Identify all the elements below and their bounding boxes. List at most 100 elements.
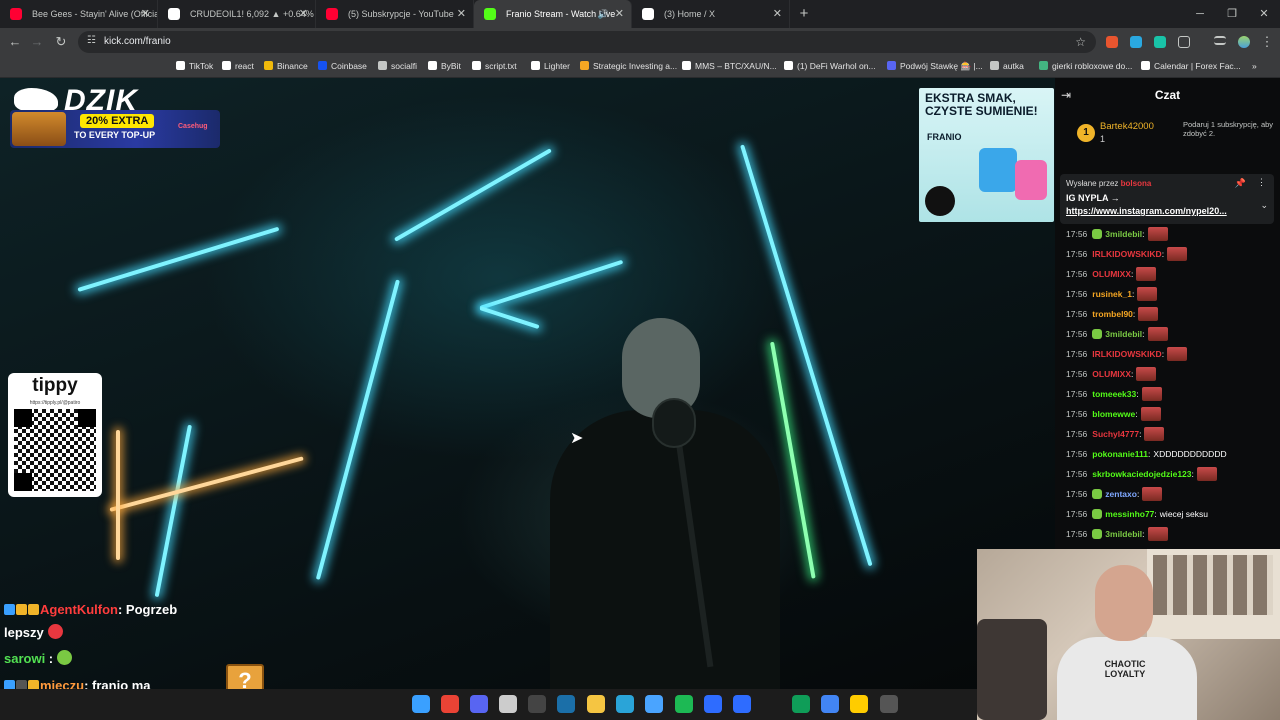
tradingview-app-icon[interactable] <box>850 695 868 713</box>
chat-message[interactable]: 17:56 OLUMIXX: <box>1055 264 1280 284</box>
chat-message[interactable]: 17:56 zentaxo: <box>1055 484 1280 504</box>
sponsor-ad[interactable]: EKSTRA SMAK, CZYSTE SUMIENIE! FRANIO <box>919 88 1054 222</box>
app-icon[interactable] <box>704 695 722 713</box>
pinned-link[interactable]: https://www.instagram.com/nypel20... <box>1066 206 1227 216</box>
spotify-icon[interactable] <box>675 695 693 713</box>
bookmark-item[interactable]: Coinbase <box>318 56 367 77</box>
forward-icon[interactable]: → <box>28 33 46 51</box>
chrome-icon[interactable] <box>441 695 459 713</box>
chat-message[interactable]: 17:56 Suchyl4777: <box>1055 424 1280 444</box>
chevron-down-icon[interactable]: ⌄ <box>1260 200 1268 211</box>
tab-3[interactable]: Franio Stream - Watch Live ✕ 🔊 <box>474 0 632 28</box>
tab-1[interactable]: CRUDEOIL1! 6,092 ▲ +0.64% ... ✕ <box>158 0 316 28</box>
message-username[interactable]: OLUMIXX <box>1092 264 1131 284</box>
chat-message[interactable]: 17:56 blomewwe: <box>1055 404 1280 424</box>
message-username[interactable]: pokonanie111 <box>1092 444 1148 464</box>
bookmark-item[interactable]: Lighter <box>531 56 570 77</box>
steam-icon[interactable] <box>557 695 575 713</box>
tab-4[interactable]: (3) Home / X ✕ <box>632 0 790 28</box>
profile-avatar[interactable] <box>1238 36 1250 48</box>
bookmark-item[interactable]: react <box>222 56 254 77</box>
calculator-icon[interactable] <box>880 695 898 713</box>
message-username[interactable]: IRLKIDOWSKIKD <box>1092 344 1161 364</box>
vpn-icon[interactable] <box>645 695 663 713</box>
ccleaner-icon[interactable] <box>616 695 634 713</box>
close-tab-icon[interactable]: ✕ <box>299 0 308 28</box>
bookmark-item[interactable]: Calendar | Forex Fac... <box>1141 56 1241 77</box>
site-info-icon[interactable]: ☷ <box>87 35 96 46</box>
bookmark-item[interactable]: gierki robloxowe do... <box>1039 56 1132 77</box>
tab-search-icon[interactable] <box>1214 36 1226 45</box>
bookmark-item[interactable]: Podwój Stawkę 🎰 |... <box>887 56 983 77</box>
bookmark-item[interactable]: ByBit <box>428 56 461 77</box>
stream-video[interactable]: ➤ <box>0 78 1055 689</box>
bookmark-item[interactable]: Strategic Investing a... <box>580 56 677 77</box>
message-username[interactable]: skrbowkaciedojedzie123 <box>1092 464 1191 484</box>
close-tab-icon[interactable]: ✕ <box>615 0 624 28</box>
bookmark-item[interactable]: Binance <box>264 56 308 77</box>
message-username[interactable]: rusinek_1 <box>1092 284 1132 304</box>
message-username[interactable]: 3mildebil <box>1105 524 1142 544</box>
bookmark-item[interactable]: MMS – BTC/XAU/N... <box>682 56 777 77</box>
message-username[interactable]: 3mildebil <box>1105 224 1142 244</box>
bookmark-star-icon[interactable]: ☆ <box>1075 31 1086 53</box>
close-window-icon[interactable]: ✕ <box>1248 0 1280 28</box>
bookmark-item[interactable]: TikTok <box>176 56 213 77</box>
chat-message[interactable]: 17:56 pokonanie111: XDDDDDDDDDDD <box>1055 444 1280 464</box>
notepad-icon[interactable] <box>499 695 517 713</box>
extension-blue-icon[interactable] <box>1130 36 1142 48</box>
extension-fox-icon[interactable] <box>1106 36 1118 48</box>
chat-message[interactable]: 17:56 3mildebil: <box>1055 224 1280 244</box>
browser-menu-icon[interactable]: ⋮ <box>1258 33 1276 51</box>
tab-2[interactable]: (5) Subskrypcje - YouTube ✕ <box>316 0 474 28</box>
back-icon[interactable]: ← <box>6 33 24 51</box>
more-options-icon[interactable]: ⋮ <box>1257 177 1266 188</box>
bookmark-item[interactable]: socialfi <box>378 56 417 77</box>
pin-icon[interactable]: 📌 <box>1235 178 1246 189</box>
chat-message[interactable]: 17:56 OLUMIXX: <box>1055 364 1280 384</box>
speaker-icon[interactable]: 🔊 <box>598 0 609 28</box>
reload-icon[interactable]: ↻ <box>52 33 70 51</box>
bookmark-item[interactable]: script.txt <box>472 56 517 77</box>
windows-start-icon[interactable] <box>412 695 430 713</box>
message-username[interactable]: blomewwe <box>1092 404 1135 424</box>
message-username[interactable]: IRLKIDOWSKIKD <box>1092 244 1161 264</box>
new-tab-button[interactable]: + <box>790 0 818 28</box>
more-bookmarks-icon[interactable]: » <box>1252 56 1257 77</box>
bookmark-item[interactable]: (1) DeFi Warhol on... <box>784 56 876 77</box>
message-username[interactable]: OLUMIXX <box>1092 364 1131 384</box>
message-username[interactable]: Suchyl4777 <box>1092 424 1139 444</box>
docs-icon[interactable] <box>821 695 839 713</box>
minimize-icon[interactable]: ─ <box>1184 0 1216 28</box>
address-bar[interactable]: ☷ kick.com/franio ☆ <box>78 31 1096 53</box>
sheets-icon[interactable] <box>792 695 810 713</box>
chat-message[interactable]: 17:56 skrbowkaciedojedzie123: <box>1055 464 1280 484</box>
close-tab-icon[interactable]: ✕ <box>141 0 150 28</box>
file-explorer-icon[interactable] <box>587 695 605 713</box>
message-username[interactable]: trombel90 <box>1092 304 1133 324</box>
message-username[interactable]: 3mildebil <box>1105 324 1142 344</box>
extension-teal-icon[interactable] <box>1154 36 1166 48</box>
chat-message[interactable]: 17:56 rusinek_1: <box>1055 284 1280 304</box>
chat-message[interactable]: 17:56 IRLKIDOWSKIKD: <box>1055 344 1280 364</box>
tab-0[interactable]: Bee Gees - Stayin' Alive (Official ✕ <box>0 0 158 28</box>
chat-message[interactable]: 17:56 trombel90: <box>1055 304 1280 324</box>
leaderboard-user[interactable]: Bartek42000 <box>1100 121 1154 132</box>
message-username[interactable]: tomeeek33 <box>1092 384 1136 404</box>
close-tab-icon[interactable]: ✕ <box>773 0 782 28</box>
message-username[interactable]: messinho77 <box>1105 504 1154 524</box>
discord-icon[interactable] <box>470 695 488 713</box>
chat-message[interactable]: 17:56 tomeeek33: <box>1055 384 1280 404</box>
x-app-icon[interactable] <box>733 695 751 713</box>
extensions-puzzle-icon[interactable] <box>1178 36 1190 48</box>
restore-icon[interactable]: ❐ <box>1216 0 1248 28</box>
chat-message[interactable]: 17:56 3mildebil: <box>1055 524 1280 544</box>
chat-message[interactable]: 17:56 IRLKIDOWSKIKD: <box>1055 244 1280 264</box>
close-tab-icon[interactable]: ✕ <box>457 0 466 28</box>
message-username[interactable]: zentaxo <box>1105 484 1137 504</box>
bookmark-item[interactable]: autka <box>990 56 1024 77</box>
chat-message[interactable]: 17:56 messinho77: wiecej seksu <box>1055 504 1280 524</box>
obs-icon[interactable] <box>528 695 546 713</box>
gift-sub-prompt[interactable]: Podaruj 1 subskrypcję, aby zdobyć 2. <box>1183 120 1275 138</box>
chat-message[interactable]: 17:56 3mildebil: <box>1055 324 1280 344</box>
